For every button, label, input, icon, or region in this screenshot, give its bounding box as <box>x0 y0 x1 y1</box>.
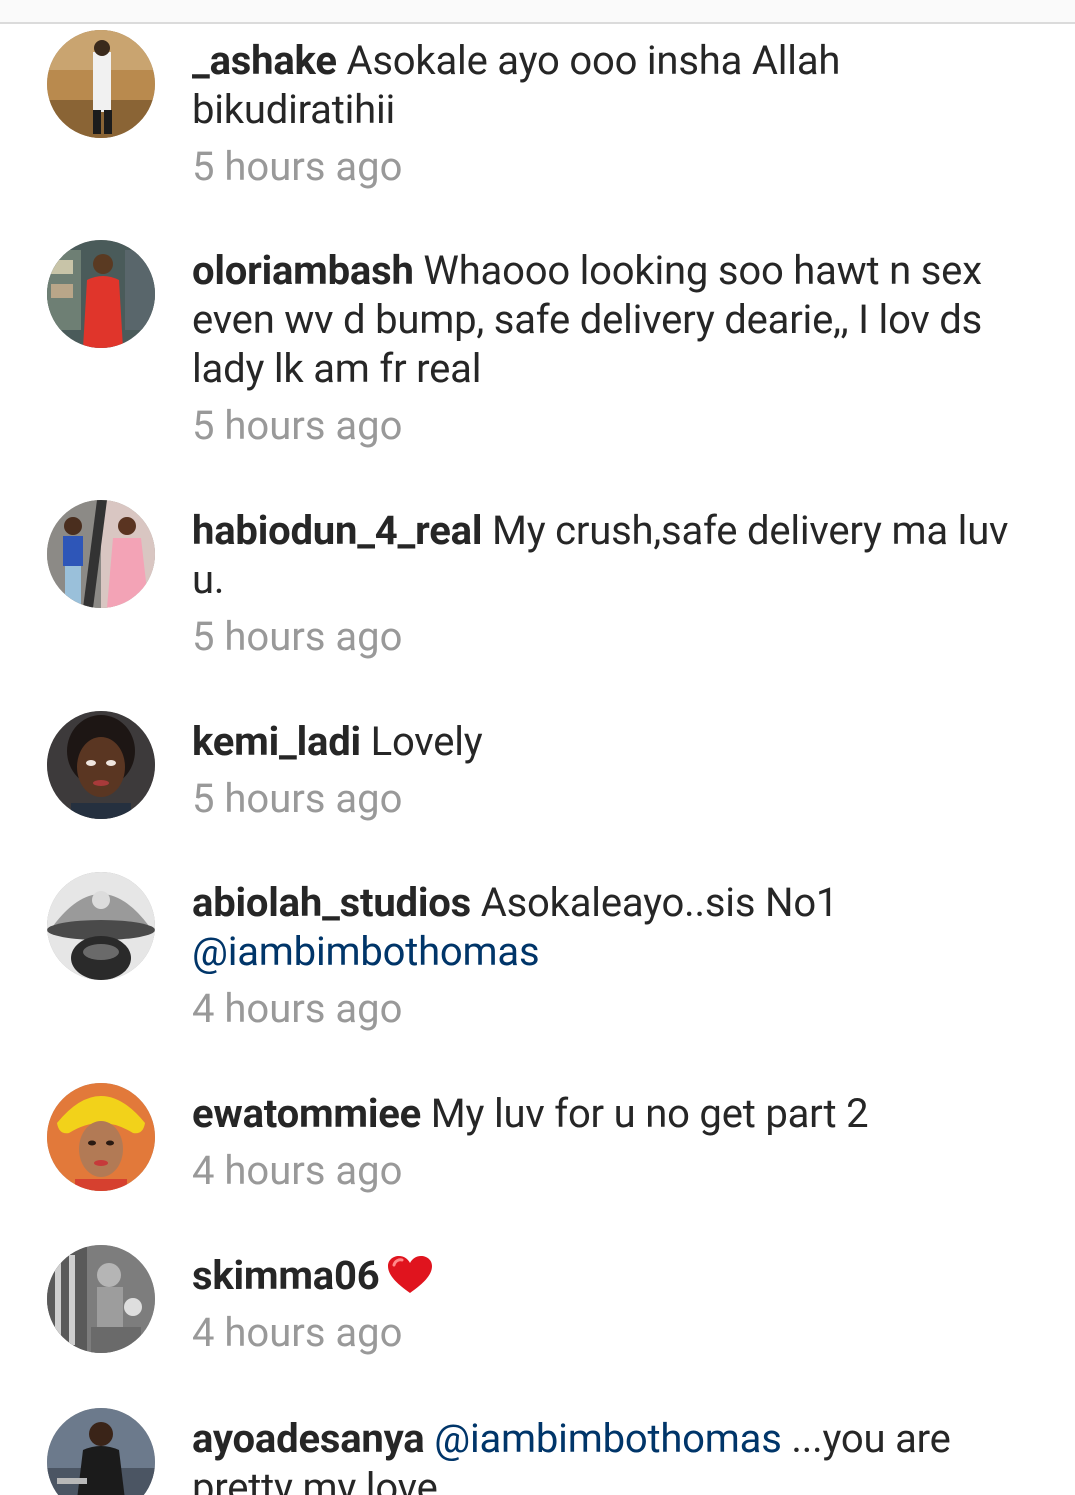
avatar[interactable] <box>47 240 155 348</box>
username[interactable]: abiolah_studios <box>192 879 471 926</box>
comment-text: oloriambash Whaooo looking soo hawt n se… <box>192 246 1012 393</box>
timestamp: 5 hours ago <box>192 143 403 190</box>
comment-body: kemi_ladi Lovely 5 hours ago <box>192 717 1012 823</box>
avatar[interactable] <box>47 30 155 138</box>
username[interactable]: kemi_ladi <box>192 718 361 765</box>
avatar[interactable] <box>47 1083 155 1191</box>
timestamp: 5 hours ago <box>192 775 403 822</box>
timestamp: 5 hours ago <box>192 402 403 449</box>
comment-text: kemi_ladi Lovely <box>192 717 1012 766</box>
comment-text: ayoadesanya @iambimbothomas ...you are p… <box>192 1414 1012 1495</box>
comment-body: ayoadesanya @iambimbothomas ...you are p… <box>192 1414 1012 1495</box>
comment-message: Lovely <box>370 718 483 765</box>
heart-icon <box>387 1256 432 1293</box>
comment-text: _ashake Asokale ayo ooo insha Allah biku… <box>192 36 1012 134</box>
comment-text: habiodun_4_real My crush,safe delivery m… <box>192 506 1012 604</box>
username[interactable]: _ashake <box>192 37 337 84</box>
comment-body: habiodun_4_real My crush,safe delivery m… <box>192 506 1012 661</box>
comment-body: _ashake Asokale ayo ooo insha Allah biku… <box>192 36 1012 191</box>
avatar[interactable] <box>47 1245 155 1353</box>
timestamp: 4 hours ago <box>192 985 403 1032</box>
username[interactable]: ewatommiee <box>192 1090 421 1137</box>
comment-message: My luv for u no get part 2 <box>430 1090 869 1137</box>
comment-text: skimma06 <box>192 1251 1012 1300</box>
mention-link[interactable]: @iambimbothomas <box>434 1415 782 1462</box>
timestamp: 4 hours ago <box>192 1309 403 1356</box>
mention-link[interactable]: @iambimbothomas <box>192 928 540 975</box>
comment-body: abiolah_studios Asokaleayo..sis No1 @iamb… <box>192 878 1012 1033</box>
comment-body: oloriambash Whaooo looking soo hawt n se… <box>192 246 1012 450</box>
comment-body: ewatommiee My luv for u no get part 2 4 … <box>192 1089 1012 1195</box>
username[interactable]: habiodun_4_real <box>192 507 482 554</box>
timestamp: 4 hours ago <box>192 1147 403 1194</box>
avatar[interactable] <box>47 500 155 608</box>
timestamp: 5 hours ago <box>192 613 403 660</box>
avatar[interactable] <box>47 1408 155 1495</box>
username[interactable]: skimma06 <box>192 1252 380 1299</box>
username[interactable]: oloriambash <box>192 247 414 294</box>
comment-message: Asokaleayo..sis No1 <box>480 879 839 926</box>
comment-text: ewatommiee My luv for u no get part 2 <box>192 1089 1012 1138</box>
avatar[interactable] <box>47 872 155 980</box>
comment-body: skimma06 4 hours ago <box>192 1251 1012 1357</box>
comment-text: abiolah_studios Asokaleayo..sis No1 @iamb… <box>192 878 1012 976</box>
username[interactable]: ayoadesanya <box>192 1415 425 1462</box>
top-bar <box>0 0 1075 24</box>
avatar[interactable] <box>47 711 155 819</box>
